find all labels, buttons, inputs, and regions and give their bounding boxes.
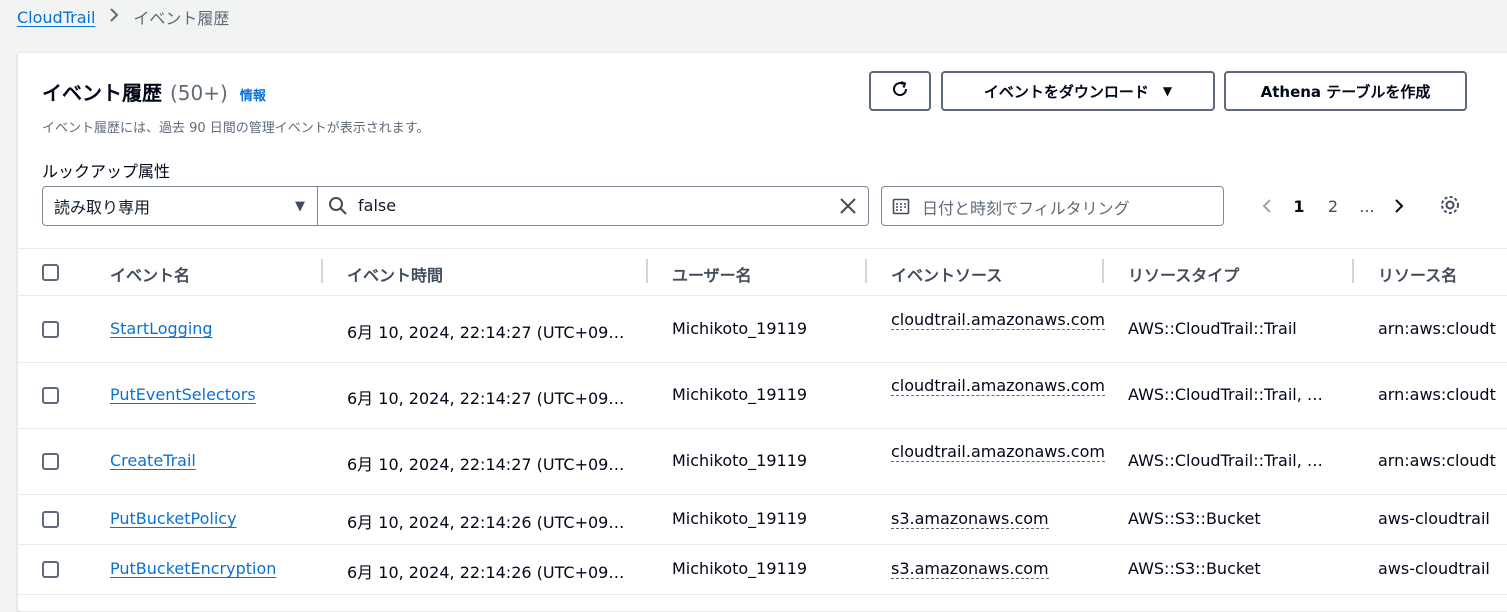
page-ellipsis: ... bbox=[1359, 196, 1375, 216]
resource-type: AWS::CloudTrail::Trail bbox=[1128, 319, 1297, 338]
column-resource-type[interactable]: リソースタイプ bbox=[1128, 262, 1239, 286]
resource-type: AWS::CloudTrail::Trail, … bbox=[1128, 451, 1323, 470]
clear-icon[interactable] bbox=[838, 196, 858, 220]
breadcrumb-current: イベント履歴 bbox=[133, 9, 230, 28]
event-name-link[interactable]: CreateTrail bbox=[110, 451, 196, 470]
event-source[interactable]: s3.amazonaws.com bbox=[891, 509, 1083, 529]
column-divider[interactable] bbox=[646, 259, 648, 283]
download-events-button[interactable]: イベントをダウンロード ▼ bbox=[941, 71, 1215, 111]
date-filter-placeholder: 日付と時刻でフィルタリング bbox=[922, 199, 1130, 218]
refresh-button[interactable] bbox=[869, 71, 931, 111]
event-history-panel: イベント履歴 (50+) 情報 イベント履歴には、過去 90 日間の管理イベント… bbox=[17, 52, 1507, 612]
chevron-right-icon bbox=[109, 7, 119, 27]
resource-type: AWS::CloudTrail::Trail, … bbox=[1128, 385, 1323, 404]
table-row: StartLogging 6月 10, 2024, 22:14:27 (UTC+… bbox=[18, 297, 1507, 363]
row-checkbox[interactable] bbox=[42, 321, 59, 338]
event-source[interactable]: cloudtrail.amazonaws.com bbox=[891, 376, 1105, 396]
refresh-icon bbox=[890, 79, 910, 103]
caret-down-icon: ▼ bbox=[1162, 84, 1173, 98]
resource-name: arn:aws:cloudt bbox=[1378, 385, 1496, 404]
breadcrumb-cloudtrail-link[interactable]: CloudTrail bbox=[17, 8, 95, 27]
event-name-link[interactable]: PutEventSelectors bbox=[110, 385, 256, 404]
row-checkbox[interactable] bbox=[42, 561, 59, 578]
page-2[interactable]: 2 bbox=[1316, 197, 1350, 216]
resource-name: aws-cloudtrail bbox=[1378, 509, 1490, 528]
event-source-text: cloudtrail.amazonaws.com bbox=[891, 376, 1105, 396]
user-name: Michikoto_19119 bbox=[672, 509, 808, 528]
resource-name: aws-cloudtrail bbox=[1378, 559, 1490, 578]
event-name-link[interactable]: PutBucketEncryption bbox=[110, 559, 276, 578]
table-row: CreateTrail 6月 10, 2024, 22:14:27 (UTC+0… bbox=[18, 429, 1507, 495]
resource-name: arn:aws:cloudt bbox=[1378, 451, 1496, 470]
event-time: 6月 10, 2024, 22:14:26 (UTC+09… bbox=[347, 513, 625, 532]
info-link[interactable]: 情報 bbox=[240, 85, 266, 104]
event-time: 6月 10, 2024, 22:14:26 (UTC+09… bbox=[347, 563, 625, 582]
gear-icon[interactable] bbox=[1439, 194, 1461, 220]
column-user-name[interactable]: ユーザー名 bbox=[672, 262, 752, 286]
user-name: Michikoto_19119 bbox=[672, 385, 808, 404]
resource-type: AWS::S3::Bucket bbox=[1128, 559, 1261, 578]
row-checkbox[interactable] bbox=[42, 453, 59, 470]
lookup-attribute-select[interactable]: 読み取り専用 ▼ bbox=[42, 186, 318, 226]
column-event-name[interactable]: イベント名 bbox=[110, 262, 190, 286]
page-title-text: イベント履歴 bbox=[42, 81, 162, 105]
lookup-attribute-label: ルックアップ属性 bbox=[42, 162, 171, 181]
event-time: 6月 10, 2024, 22:14:27 (UTC+09… bbox=[347, 323, 625, 342]
event-count: (50+) bbox=[170, 81, 228, 105]
user-name: Michikoto_19119 bbox=[672, 559, 808, 578]
event-time: 6月 10, 2024, 22:14:27 (UTC+09… bbox=[347, 389, 625, 408]
create-athena-table-label: Athena テーブルを作成 bbox=[1260, 82, 1431, 101]
calendar-icon bbox=[892, 197, 910, 219]
event-name-link[interactable]: StartLogging bbox=[110, 319, 213, 338]
breadcrumb: CloudTrail イベント履歴 bbox=[17, 5, 229, 29]
row-checkbox[interactable] bbox=[42, 387, 59, 404]
table-row: PutBucketPolicy 6月 10, 2024, 22:14:26 (U… bbox=[18, 495, 1507, 545]
caret-down-icon: ▼ bbox=[295, 199, 305, 214]
event-source-text: cloudtrail.amazonaws.com bbox=[891, 310, 1105, 330]
column-divider[interactable] bbox=[1102, 259, 1104, 283]
resource-type: AWS::S3::Bucket bbox=[1128, 509, 1261, 528]
column-divider[interactable] bbox=[321, 259, 323, 283]
row-checkbox[interactable] bbox=[42, 511, 59, 528]
search-icon bbox=[328, 196, 348, 220]
download-events-label: イベントをダウンロード bbox=[983, 82, 1149, 101]
page-1[interactable]: 1 bbox=[1282, 197, 1316, 216]
event-source-text: cloudtrail.amazonaws.com bbox=[891, 442, 1105, 462]
date-filter-input[interactable]: 日付と時刻でフィルタリング bbox=[881, 186, 1224, 226]
table-row: PutEventSelectors 6月 10, 2024, 22:14:27 … bbox=[18, 363, 1507, 429]
user-name: Michikoto_19119 bbox=[672, 319, 808, 338]
page-description: イベント履歴には、過去 90 日間の管理イベントが表示されます。 bbox=[42, 121, 430, 136]
resource-name: arn:aws:cloudt bbox=[1378, 319, 1496, 338]
event-source-text: s3.amazonaws.com bbox=[891, 559, 1049, 579]
lookup-value-text: false bbox=[358, 196, 397, 215]
select-all-checkbox[interactable] bbox=[42, 264, 59, 281]
event-source[interactable]: cloudtrail.amazonaws.com bbox=[891, 442, 1105, 462]
create-athena-table-button[interactable]: Athena テーブルを作成 bbox=[1224, 71, 1467, 111]
user-name: Michikoto_19119 bbox=[672, 451, 808, 470]
column-event-source[interactable]: イベントソース bbox=[891, 262, 1002, 286]
column-resource-name[interactable]: リソース名 bbox=[1378, 262, 1457, 286]
event-time: 6月 10, 2024, 22:14:27 (UTC+09… bbox=[347, 455, 625, 474]
chevron-left-icon[interactable] bbox=[1252, 198, 1282, 214]
pagination: 1 2 ... bbox=[1252, 193, 1414, 219]
chevron-right-icon[interactable] bbox=[1384, 198, 1414, 214]
column-divider[interactable] bbox=[1352, 259, 1354, 283]
page-title: イベント履歴 (50+) 情報 bbox=[42, 77, 266, 106]
event-name-link[interactable]: PutBucketPolicy bbox=[110, 509, 237, 528]
event-source[interactable]: cloudtrail.amazonaws.com bbox=[891, 310, 1105, 330]
event-source[interactable]: s3.amazonaws.com bbox=[891, 559, 1083, 579]
lookup-attribute-value: 読み取り専用 bbox=[54, 198, 151, 217]
lookup-value-input[interactable]: false bbox=[317, 186, 869, 226]
event-source-text: s3.amazonaws.com bbox=[891, 509, 1049, 529]
table-header: イベント名 イベント時間 ユーザー名 イベントソース リソースタイプ リソース名 bbox=[18, 248, 1507, 296]
column-event-time[interactable]: イベント時間 bbox=[347, 262, 443, 286]
table-row: PutBucketEncryption 6月 10, 2024, 22:14:2… bbox=[18, 545, 1507, 595]
column-divider[interactable] bbox=[865, 259, 867, 283]
